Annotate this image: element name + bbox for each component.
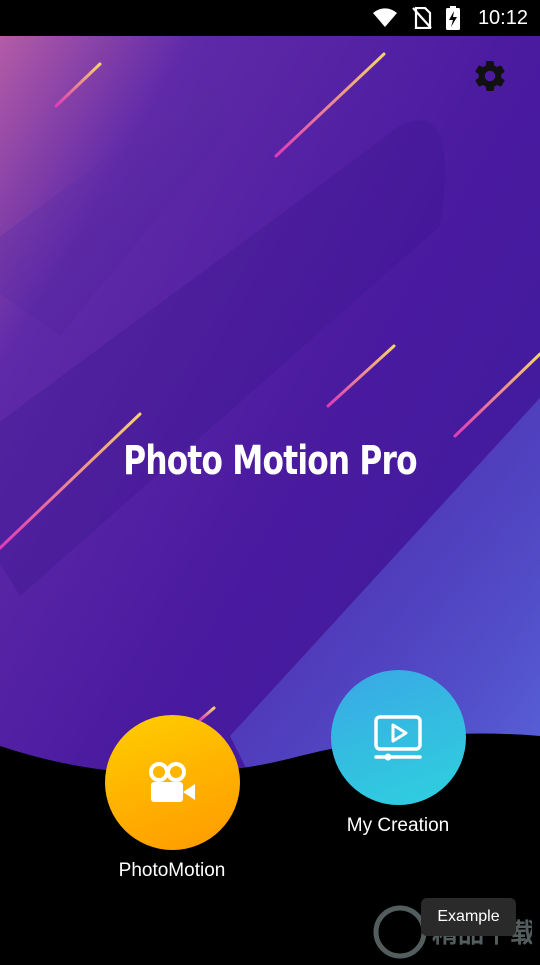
no-sim-icon [412, 7, 432, 29]
battery-charging-icon [445, 6, 460, 30]
example-button[interactable]: Example [421, 898, 516, 936]
my-creation-button[interactable]: My Creation [312, 670, 484, 837]
status-time: 10:12 [477, 6, 528, 29]
photomotion-circle[interactable] [104, 715, 240, 850]
photomotion-button[interactable]: PhotoMotion [86, 715, 258, 882]
settings-button[interactable] [472, 58, 508, 94]
my-creation-label: My Creation [346, 815, 450, 836]
play-screen-icon [374, 714, 422, 760]
photomotion-label: PhotoMotion [118, 860, 226, 881]
app-title: Photo Motion Pro [123, 438, 417, 484]
status-icons: 10:12 [372, 0, 528, 36]
status-bar: 10:12 [0, 0, 540, 36]
wifi-icon [372, 8, 397, 27]
movie-camera-icon [149, 761, 195, 802]
my-creation-circle[interactable] [330, 670, 466, 805]
gear-icon [475, 61, 505, 92]
